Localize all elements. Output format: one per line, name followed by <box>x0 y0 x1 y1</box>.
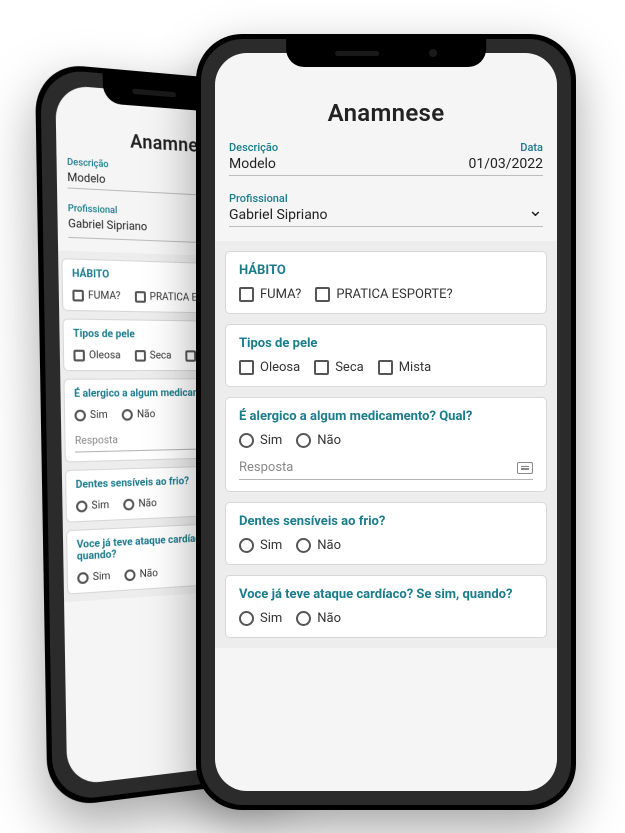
phone-frame-front: Anamnese Descrição Modelo Data 01/03/202… <box>196 34 576 810</box>
radio-cardiaco-nao[interactable]: Não <box>296 611 341 626</box>
radio-cardiaco-nao[interactable]: Não <box>124 568 158 582</box>
chevron-down-icon: ⌄ <box>528 200 543 223</box>
radio-alergico-sim[interactable]: Sim <box>74 409 107 421</box>
checkbox-oleosa[interactable]: Oleosa <box>239 360 300 375</box>
meta-row: Descrição Modelo Data 01/03/2022 <box>229 141 543 176</box>
checkbox-icon <box>314 360 329 375</box>
radio-icon <box>239 433 254 448</box>
section-alergico: É alergico a algum medicamento? Qual? Si… <box>225 397 547 492</box>
checkbox-fuma[interactable]: FUMA? <box>72 290 120 303</box>
notch <box>286 39 486 67</box>
radio-alergico-nao[interactable]: Não <box>122 409 156 421</box>
section-habito: HÁBITO FUMA? PRATICA ESPORTE? <box>225 251 547 314</box>
descricao-value[interactable]: Modelo <box>229 154 453 172</box>
section-title-dentes: Dentes sensíveis ao frio? <box>239 514 533 529</box>
form-icon <box>517 462 533 474</box>
section-title-habito: HÁBITO <box>239 263 533 278</box>
profissional-dropdown[interactable]: Profissional Gabriel Sipriano ⌄ <box>229 184 543 227</box>
section-title-pele: Tipos de pele <box>239 336 533 351</box>
radio-dentes-nao[interactable]: Não <box>123 498 157 511</box>
radio-cardiaco-sim[interactable]: Sim <box>239 611 282 626</box>
checkbox-icon <box>378 360 393 375</box>
checkbox-oleosa[interactable]: Oleosa <box>73 350 120 362</box>
page-title: Anamnese <box>229 63 543 141</box>
section-cardiaco: Voce já teve ataque cardíaco? Se sim, qu… <box>225 575 547 638</box>
radio-alergico-sim[interactable]: Sim <box>239 433 282 448</box>
radio-alergico-nao[interactable]: Não <box>296 433 341 448</box>
radio-icon <box>296 538 311 553</box>
checkbox-fuma[interactable]: FUMA? <box>239 287 301 302</box>
radio-icon <box>239 611 254 626</box>
profissional-value: Gabriel Sipriano <box>68 214 147 233</box>
checkbox-seca[interactable]: Seca <box>314 360 364 375</box>
descricao-label: Descrição <box>229 141 453 154</box>
checkbox-icon <box>239 287 254 302</box>
data-label: Data <box>469 141 544 154</box>
radio-dentes-nao[interactable]: Não <box>296 538 341 553</box>
questionnaire: HÁBITO FUMA? PRATICA ESPORTE? Tipos de p… <box>215 241 557 648</box>
profissional-value: Gabriel Sipriano <box>229 205 328 223</box>
resposta-placeholder: Resposta <box>239 460 293 475</box>
data-value[interactable]: 01/03/2022 <box>469 154 544 172</box>
resposta-input[interactable]: Resposta <box>239 460 533 480</box>
checkbox-icon <box>315 287 330 302</box>
checkbox-icon <box>239 360 254 375</box>
section-pele: Tipos de pele Oleosa Seca Mista <box>225 324 547 387</box>
radio-icon <box>296 611 311 626</box>
section-title-alergico: É alergico a algum medicamento? Qual? <box>239 409 533 424</box>
section-title-cardiaco: Voce já teve ataque cardíaco? Se sim, qu… <box>239 587 533 602</box>
checkbox-seca[interactable]: Seca <box>135 350 172 362</box>
radio-dentes-sim[interactable]: Sim <box>76 500 109 513</box>
radio-cardiaco-sim[interactable]: Sim <box>77 571 110 585</box>
checkbox-esporte[interactable]: PRATICA ESPORTE? <box>315 287 452 302</box>
profissional-label: Profissional <box>229 192 328 205</box>
section-dentes: Dentes sensíveis ao frio? Sim Não <box>225 502 547 565</box>
checkbox-mista[interactable]: Mista <box>378 360 432 375</box>
screen-front: Anamnese Descrição Modelo Data 01/03/202… <box>215 53 557 791</box>
radio-icon <box>239 538 254 553</box>
radio-dentes-sim[interactable]: Sim <box>239 538 282 553</box>
radio-icon <box>296 433 311 448</box>
